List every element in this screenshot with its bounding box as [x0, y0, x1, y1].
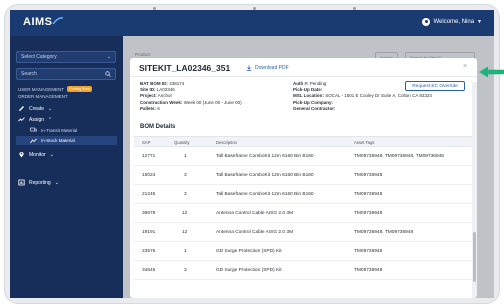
download-pdf-label: Download PDF: [255, 65, 289, 71]
cell-description: Tall Baseframe ComboKit 12m 6160 Bin B16…: [216, 154, 314, 159]
sidebar-item-label: Reporting: [29, 179, 51, 186]
cell-sap: 12771: [142, 154, 156, 159]
cell-description: Tall Baseframe ComboKit 12m 6160 Bin B16…: [216, 173, 314, 178]
chevron-down-icon: ⌄: [48, 105, 53, 112]
truck-icon: [30, 127, 37, 132]
pencil-icon: [19, 106, 24, 111]
sidebar-item-label: Create: [29, 105, 45, 112]
close-icon[interactable]: ×: [463, 63, 467, 70]
cell-asset-tags: TM09736948, TM09736948, TM09736948: [354, 154, 444, 159]
site-kit-modal: SITEKIT_LA02346_351 Download PDF × BAT B…: [130, 58, 477, 298]
table-row[interactable]: 15024 3 Tall Baseframe ComboKit 12m 6160…: [134, 166, 473, 185]
table-row[interactable]: 36678 12 Antenna Control Cable AISG 2.0 …: [134, 204, 473, 223]
sidebar-item-in-stock[interactable]: In-Stock Material: [16, 136, 117, 145]
column-header-quantity[interactable]: Quantity: [174, 140, 190, 145]
chevron-down-icon: ⌄: [54, 179, 59, 186]
sidebar-item-label: USER MANAGEMENT: [18, 86, 65, 92]
app-logo[interactable]: AIMS: [23, 16, 53, 28]
sidebar-search-input[interactable]: Search: [16, 68, 116, 80]
bom-table-header: SAP Quantity Description Asset Tags: [134, 136, 473, 147]
select-category-label: Select Category: [21, 54, 57, 60]
chart-icon: [30, 138, 37, 143]
chevron-up-icon: ⌃: [48, 116, 53, 123]
cell-sap: 36678: [142, 211, 156, 216]
coming-soon-badge: Coming Soon: [67, 86, 93, 92]
sidebar-item-label: ORDER MANAGEMENT: [18, 94, 68, 99]
sidebar-item-user-management[interactable]: USER MANAGEMENT Coming Soon: [18, 86, 93, 92]
cell-asset-tags: TM09736948: [354, 268, 383, 273]
cell-asset-tags: TM09736948: [354, 249, 383, 254]
request-ec-override-button[interactable]: Request EC Override: [405, 81, 465, 91]
cell-asset-tags: TM09736948: [354, 192, 383, 197]
cell-quantity: 3: [184, 268, 187, 273]
cell-asset-tags: TM09736948: [354, 173, 383, 178]
sidebar-item-assign[interactable]: Assign ⌃: [18, 116, 52, 123]
column-header-description[interactable]: Description: [216, 140, 237, 145]
sidebar-item-label: In-Transit Material: [41, 127, 78, 133]
search-placeholder: Search: [21, 71, 37, 77]
cell-description: GD Surge Protection (SPD) Kit: [216, 268, 282, 273]
welcome-text: Welcome, Nina: [433, 19, 475, 25]
cell-description: Tall Baseframe ComboKit 12m 6160 Bin B16…: [216, 192, 314, 197]
cell-sap: 34645: [142, 268, 156, 273]
cell-description: Antenna Control Cable AISG 2.0 3M: [216, 230, 294, 235]
column-header-asset-tags[interactable]: Asset Tags: [354, 140, 374, 145]
screen: AIMS Welcome, Nina ▼ Select Category ⌄ S…: [10, 10, 494, 298]
table-row[interactable]: 19191 12 Antenna Control Cable AISG 2.0 …: [134, 223, 473, 242]
user-menu[interactable]: Welcome, Nina ▼: [422, 18, 482, 26]
sidebar-item-monitor[interactable]: Monitor ⌄: [18, 151, 54, 158]
cell-quantity: 12: [182, 211, 188, 216]
table-row[interactable]: 21245 3 Tall Baseframe ComboKit 12m 6160…: [134, 185, 473, 204]
logo-swoosh-icon: [52, 17, 64, 25]
table-row[interactable]: 34645 3 GD Surge Protection (SPD) Kit TM…: [134, 261, 473, 280]
cell-quantity: 1: [184, 249, 187, 254]
table-row[interactable]: 12771 1 Tall Baseframe ComboKit 12m 6160…: [134, 147, 473, 166]
sidebar-item-create[interactable]: Create ⌄: [18, 105, 52, 112]
sidebar-item-label: Monitor: [29, 151, 46, 158]
modal-title: SITEKIT_LA02346_351: [139, 63, 231, 73]
info-row: Pallets: 6: [140, 105, 160, 111]
bom-details-heading: BOM Details: [140, 124, 176, 130]
cell-asset-tags: TM09736948, TM09736948: [354, 230, 414, 235]
location-pin-icon: [19, 152, 24, 158]
select-category-dropdown[interactable]: Select Category ⌄: [16, 51, 116, 63]
cell-sap: 23576: [142, 249, 156, 254]
sidebar-item-label: Assign: [29, 116, 45, 123]
cell-description: Antenna Control Cable AISG 2.0 3M: [216, 211, 294, 216]
download-pdf-link[interactable]: Download PDF: [246, 65, 289, 71]
report-icon: [18, 179, 25, 186]
scene: AIMS Welcome, Nina ▼ Select Category ⌄ S…: [0, 0, 504, 308]
site-info-left: BAT BOM ID: 438174 Site ID: LA02346 Proj…: [140, 81, 242, 112]
chevron-down-icon: ▼: [477, 19, 482, 25]
chevron-down-icon: ⌄: [106, 54, 111, 60]
cell-quantity: 12: [182, 230, 188, 235]
background-field-label: Product: [135, 52, 151, 57]
search-icon: [105, 71, 111, 77]
download-icon: [246, 65, 252, 71]
modal-scrollbar[interactable]: [472, 82, 477, 298]
sidebar-item-label: In-Stock Material: [41, 138, 75, 143]
cell-quantity: 1: [184, 154, 187, 159]
top-bar: AIMS Welcome, Nina ▼: [10, 10, 494, 36]
user-icon: [422, 18, 431, 26]
scrollbar-thumb[interactable]: [473, 232, 476, 282]
column-header-sap[interactable]: SAP: [142, 140, 150, 145]
cell-sap: 19191: [142, 230, 156, 235]
pointer-arrow-icon: [479, 66, 504, 78]
sidebar-item-in-transit[interactable]: In-Transit Material: [30, 127, 77, 133]
sidebar: Select Category ⌄ Search USER MANAGEMENT…: [10, 36, 123, 298]
table-row[interactable]: 23576 1 GD Surge Protection (SPD) Kit TM…: [134, 242, 473, 261]
cell-asset-tags: TM09736948: [354, 211, 383, 216]
cell-sap: 21245: [142, 192, 156, 197]
sidebar-item-reporting[interactable]: Reporting ⌄: [18, 179, 59, 186]
cell-quantity: 3: [184, 192, 187, 197]
cell-quantity: 3: [184, 173, 187, 178]
assign-icon: [18, 117, 25, 122]
chevron-down-icon: ⌄: [49, 151, 54, 158]
cell-description: GD Surge Protection (SPD) Kit: [216, 249, 282, 254]
info-row: General Contractor:: [293, 105, 336, 111]
divider: [130, 76, 477, 77]
cell-sap: 15024: [142, 173, 156, 178]
sidebar-item-order-management[interactable]: ORDER MANAGEMENT: [18, 94, 68, 99]
